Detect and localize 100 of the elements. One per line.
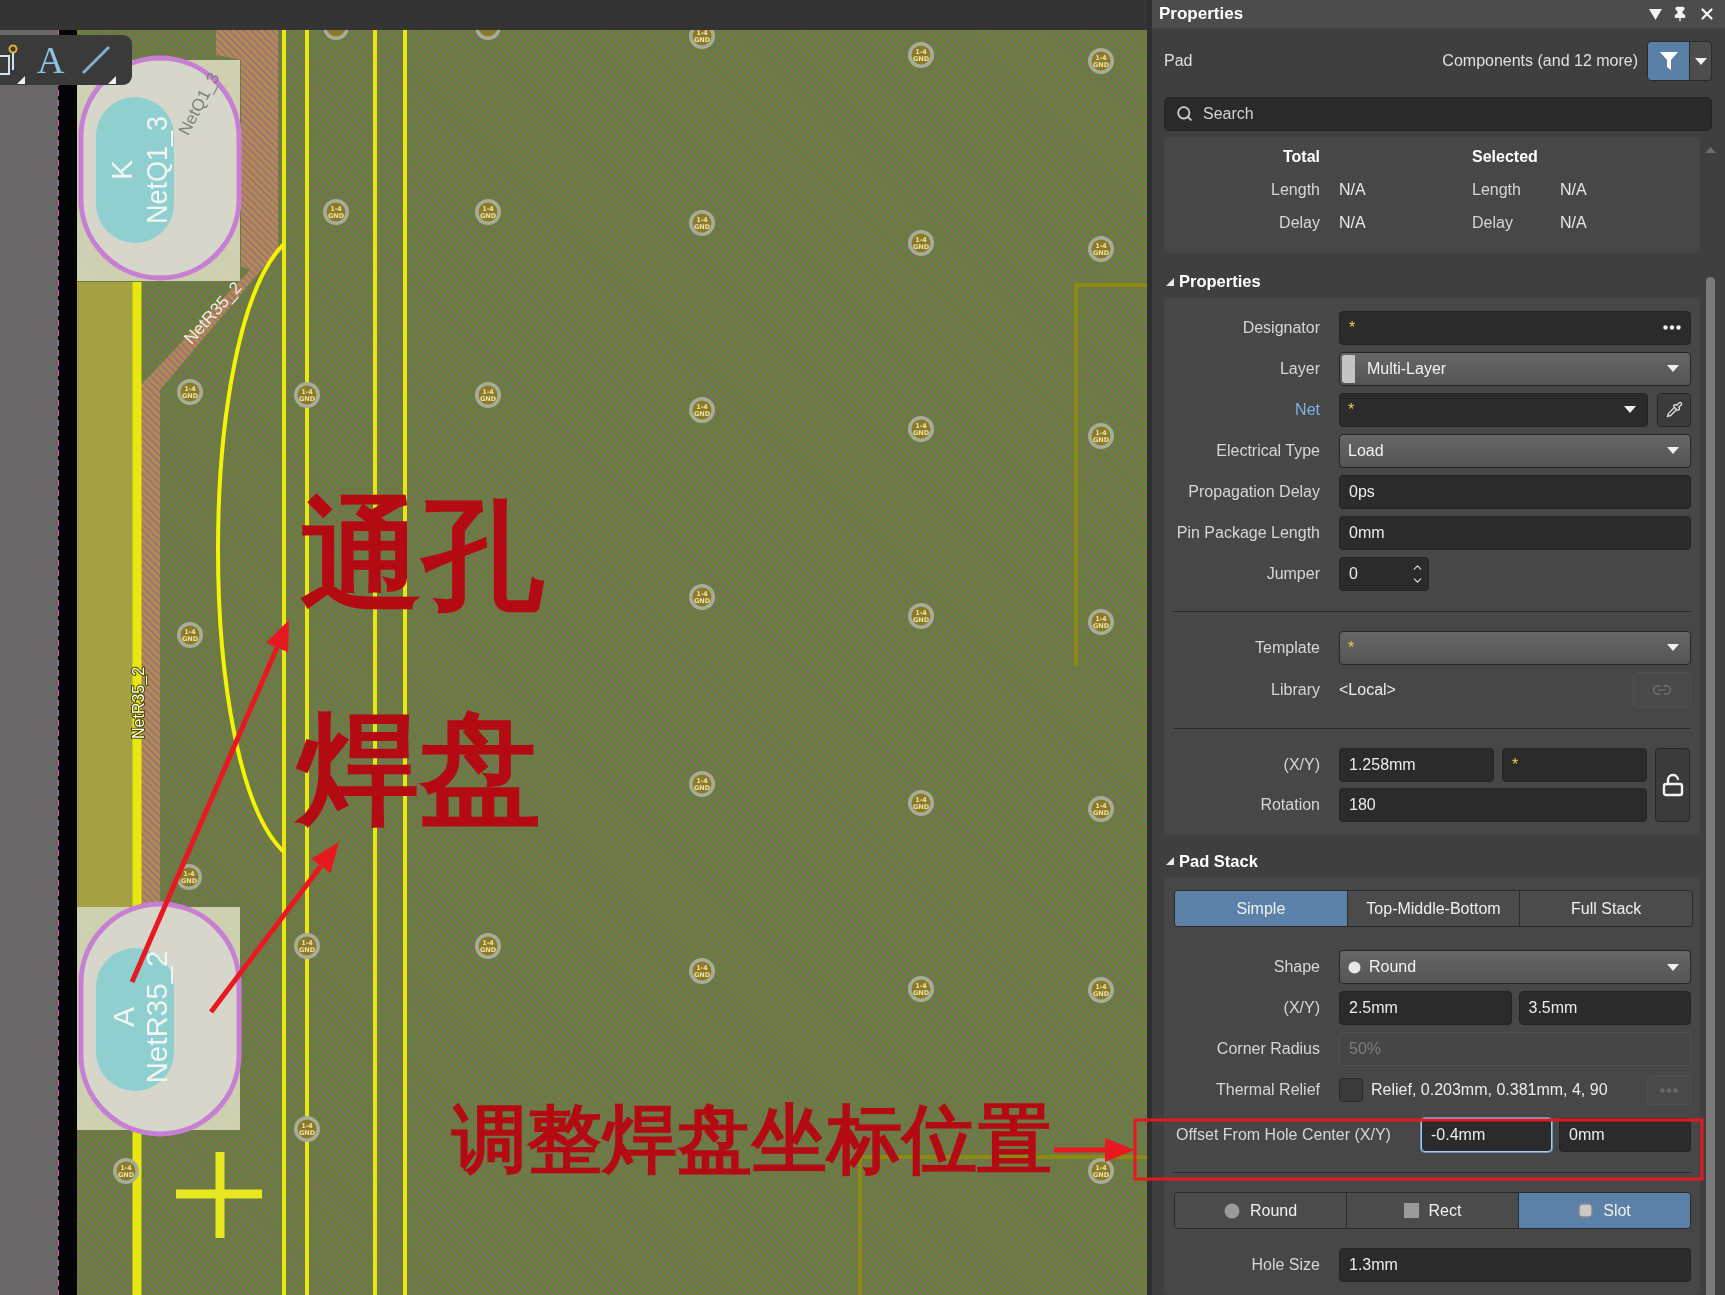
field-label: Pin Package Length bbox=[1175, 523, 1320, 542]
circle-icon bbox=[1223, 1202, 1240, 1219]
text-field[interactable]: * bbox=[1502, 747, 1647, 782]
caret-icon bbox=[1667, 963, 1679, 971]
via bbox=[113, 1158, 139, 1184]
field-label: Offset From Hole Center (X/Y) bbox=[1175, 1126, 1392, 1144]
via bbox=[294, 382, 320, 408]
tab[interactable]: Simple bbox=[1175, 891, 1348, 926]
swatch-icon bbox=[1342, 354, 1355, 383]
library-value: <Local> bbox=[1339, 680, 1397, 699]
via bbox=[475, 933, 501, 959]
pad-pin-label: K bbox=[104, 160, 138, 180]
summary-label: Length bbox=[1472, 180, 1522, 199]
via bbox=[294, 1116, 320, 1142]
number-field[interactable]: 0 bbox=[1339, 556, 1429, 591]
pad-net-label: NetQ1_3 bbox=[139, 103, 173, 224]
field-label: Designator bbox=[1241, 318, 1320, 337]
text-field[interactable]: 1.3mm bbox=[1339, 1248, 1691, 1282]
dropdown[interactable]: * bbox=[1339, 392, 1648, 427]
summary-value: N/A bbox=[1339, 213, 1367, 232]
tab[interactable]: Round bbox=[1175, 1193, 1347, 1228]
via bbox=[1088, 977, 1114, 1003]
via bbox=[908, 976, 934, 1002]
via bbox=[1088, 48, 1114, 74]
tab[interactable]: Full Stack bbox=[1520, 891, 1692, 926]
search-icon bbox=[1176, 105, 1193, 122]
dropdown-triangle-icon[interactable] bbox=[1649, 8, 1662, 20]
summary-label: Delay bbox=[1472, 213, 1514, 232]
tab[interactable]: Rect bbox=[1347, 1193, 1519, 1228]
summary-value: N/A bbox=[1560, 180, 1588, 199]
text-field[interactable]: -0.4mm bbox=[1421, 1118, 1552, 1152]
dropdown-triangle-icon[interactable] bbox=[17, 76, 25, 84]
picker-button[interactable] bbox=[1657, 392, 1691, 427]
field-link[interactable]: Net bbox=[1164, 400, 1320, 419]
caret-icon bbox=[1667, 644, 1679, 651]
field-label: Layer bbox=[1278, 359, 1320, 378]
scrollbar-thumb[interactable] bbox=[1705, 277, 1715, 1295]
via bbox=[908, 603, 934, 629]
search-field[interactable]: Search bbox=[1164, 97, 1712, 131]
via bbox=[176, 864, 202, 890]
section-header[interactable]: Pad Stack bbox=[1164, 849, 1258, 873]
section-header[interactable]: Properties bbox=[1164, 270, 1261, 294]
dropdown-triangle-icon[interactable] bbox=[108, 76, 117, 84]
dropdown[interactable]: Round bbox=[1339, 950, 1691, 984]
text-field[interactable]: 2.5mm bbox=[1339, 991, 1512, 1025]
summary-value: N/A bbox=[1339, 180, 1367, 199]
tab[interactable]: Slot bbox=[1519, 1193, 1690, 1228]
via bbox=[689, 584, 715, 610]
text-field[interactable]: 0mm bbox=[1339, 515, 1691, 550]
panel-title: Properties bbox=[1159, 4, 1245, 24]
via bbox=[908, 230, 934, 256]
via bbox=[475, 382, 501, 408]
object-type-label: Pad bbox=[1164, 52, 1194, 70]
field-label: Thermal Relief bbox=[1214, 1081, 1320, 1099]
field-label: Corner Radius bbox=[1215, 1040, 1320, 1058]
tab[interactable]: Top-Middle-Bottom bbox=[1347, 891, 1521, 926]
text-field[interactable]: 3.5mm bbox=[1518, 991, 1691, 1025]
dropdown[interactable]: * bbox=[1339, 630, 1691, 665]
thermal-relief-value: Relief, 0.203mm, 0.381mm, 4, 90 bbox=[1371, 1081, 1609, 1099]
via bbox=[689, 397, 715, 423]
filter-button[interactable] bbox=[1647, 41, 1690, 81]
via bbox=[1088, 796, 1114, 822]
bracket-pin-icon[interactable] bbox=[0, 44, 20, 76]
text-tool-button[interactable]: A bbox=[37, 42, 65, 78]
line-tool-icon[interactable] bbox=[81, 45, 112, 75]
text-field[interactable]: 0mm bbox=[1559, 1118, 1691, 1152]
via bbox=[689, 30, 715, 49]
via bbox=[1088, 236, 1114, 262]
summary-heading: Total bbox=[1281, 147, 1320, 166]
via bbox=[177, 622, 203, 648]
lock-button[interactable] bbox=[1655, 747, 1690, 822]
filter-menu-button[interactable] bbox=[1690, 41, 1712, 81]
close-icon[interactable] bbox=[1698, 5, 1716, 23]
text-field[interactable]: 180 bbox=[1339, 787, 1647, 822]
dropdown[interactable]: Load bbox=[1339, 433, 1691, 468]
text-field[interactable]: 0ps bbox=[1339, 474, 1691, 509]
caret-icon bbox=[1667, 365, 1679, 372]
checkbox[interactable] bbox=[1339, 1078, 1363, 1102]
pin-icon[interactable] bbox=[1672, 6, 1688, 22]
field-label: Hole Size bbox=[1250, 1256, 1320, 1274]
summary-label: Length bbox=[1270, 180, 1320, 199]
field-label: Propagation Delay bbox=[1187, 482, 1320, 501]
via bbox=[908, 416, 934, 442]
field-label: Library bbox=[1270, 680, 1320, 699]
via bbox=[689, 958, 715, 984]
via bbox=[1088, 1158, 1114, 1184]
text-field[interactable]: * bbox=[1339, 310, 1691, 345]
via bbox=[689, 771, 715, 797]
via bbox=[475, 30, 501, 40]
filter-summary: Components (and 12 more) bbox=[1442, 52, 1638, 70]
via bbox=[689, 210, 715, 236]
via bbox=[1088, 423, 1114, 449]
text-field[interactable]: 1.258mm bbox=[1339, 747, 1494, 782]
more-icon bbox=[1660, 1087, 1678, 1093]
net-label: NetR35_2 bbox=[129, 667, 147, 739]
via bbox=[323, 30, 349, 40]
dropdown[interactable]: Multi-Layer bbox=[1339, 351, 1691, 386]
field-label: (X/Y) bbox=[1282, 999, 1320, 1017]
via bbox=[1088, 609, 1114, 635]
pad-pin-label: A bbox=[106, 1007, 140, 1027]
